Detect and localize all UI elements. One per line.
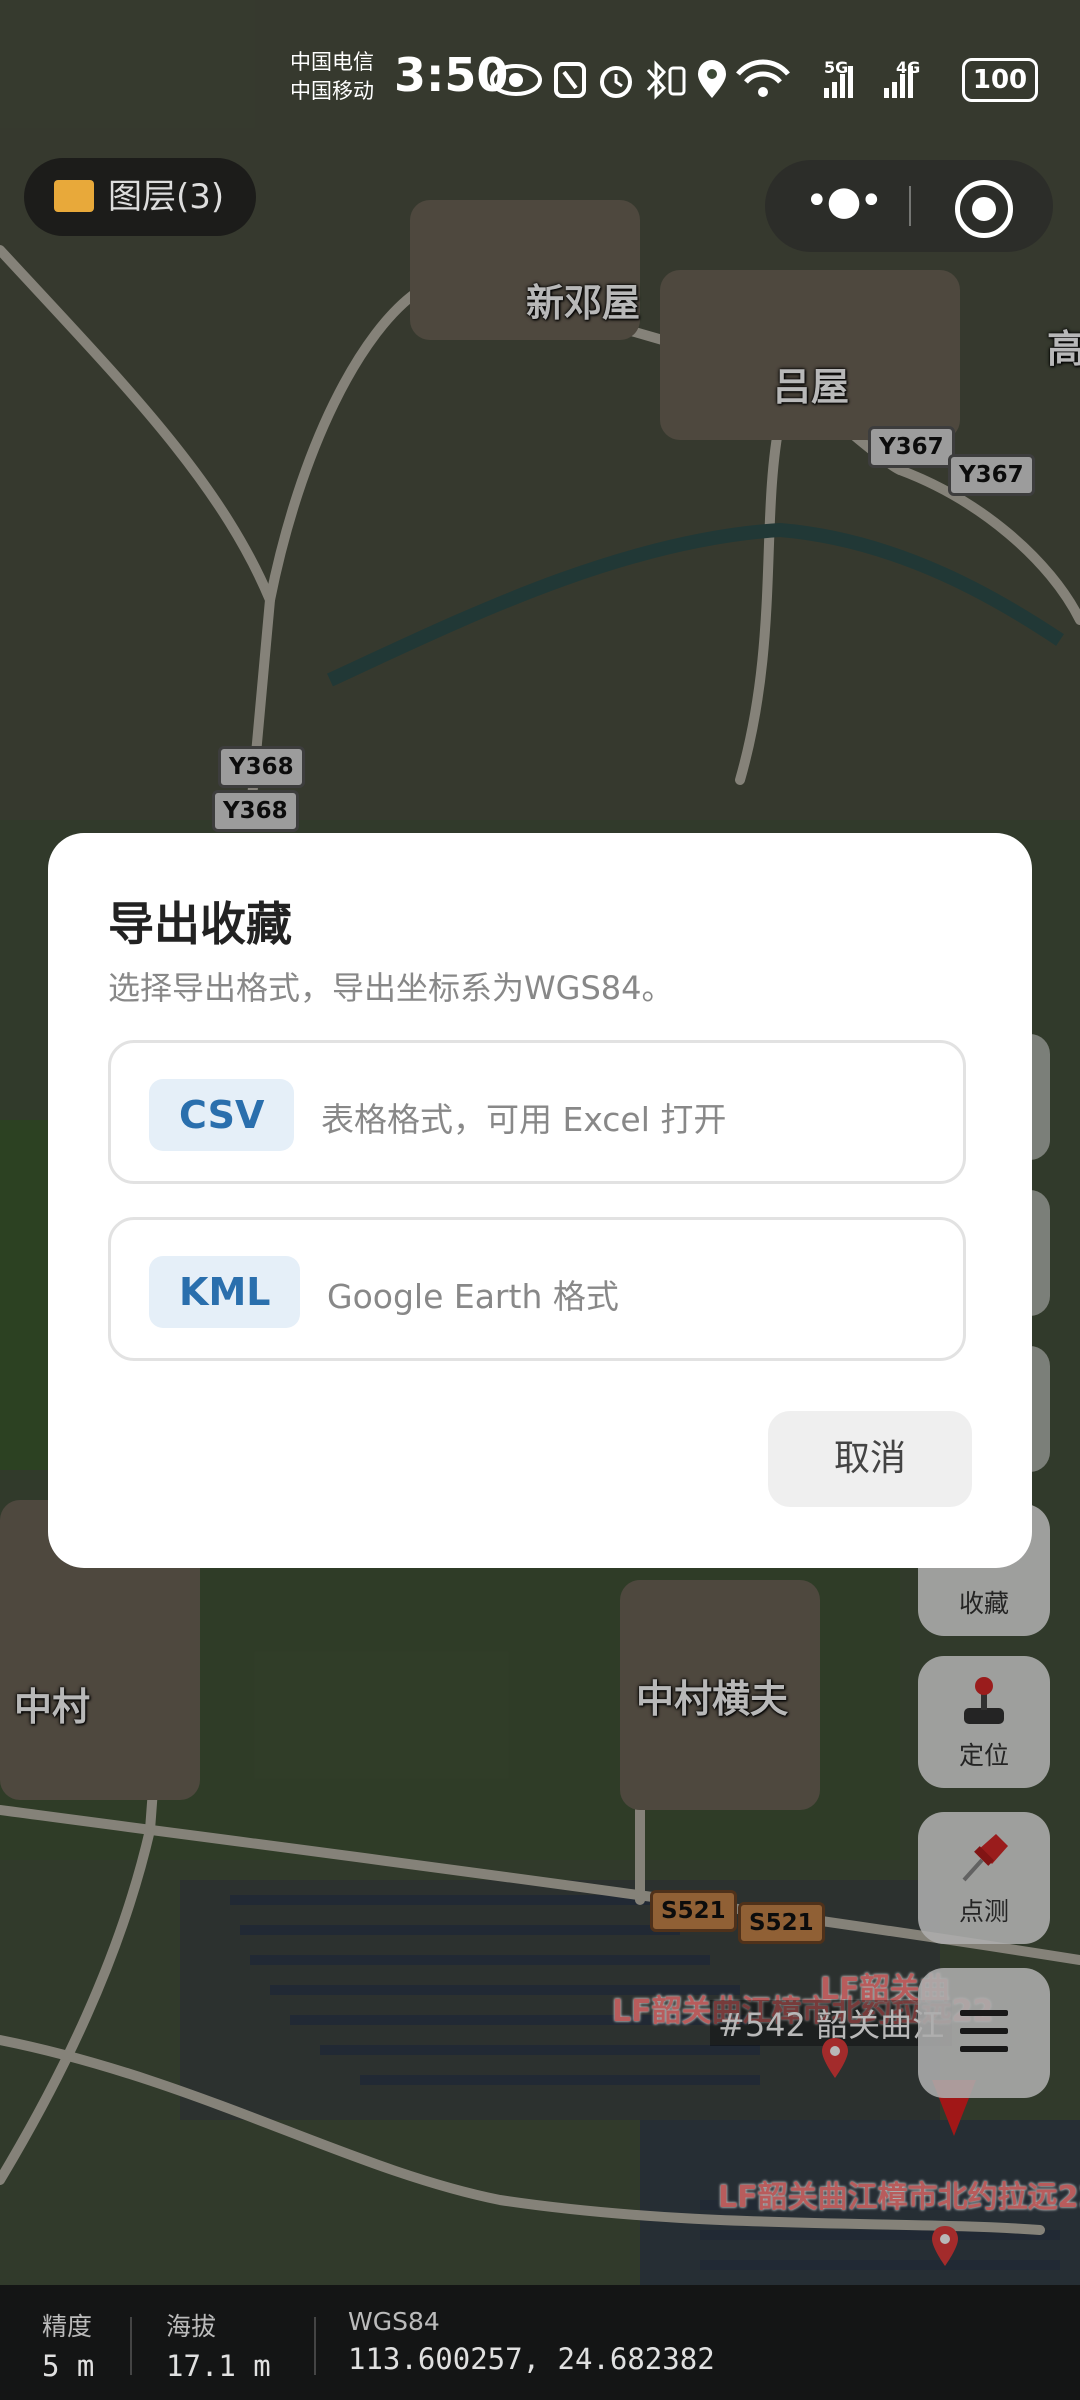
wifi-icon: [736, 59, 790, 97]
divider: [130, 2317, 132, 2375]
csv-badge: CSV: [149, 1079, 295, 1151]
dialog-title: 导出收藏: [108, 897, 292, 951]
status-bar: 中国电信 中国移动 3:50 5G 4G 100: [0, 40, 1080, 120]
altitude-value: 17.1 m: [166, 2349, 271, 2383]
bluetooth-icon: [646, 60, 686, 100]
csv-description: 表格格式，可用 Excel 打开: [321, 1100, 727, 1139]
coordinate-bar: 精度 5 m 海拔 17.1 m WGS84 113.600257, 24.68…: [0, 2285, 1080, 2400]
location-icon: [698, 60, 726, 98]
4g-label: 4G: [896, 58, 921, 77]
battery-indicator: 100: [962, 58, 1038, 102]
accuracy-label: 精度: [42, 2312, 93, 2341]
layers-button[interactable]: 图层(3): [24, 158, 256, 236]
eye-icon: [490, 64, 542, 96]
folder-icon: [54, 180, 94, 212]
alarm-icon: [600, 66, 632, 98]
kml-description: Google Earth 格式: [327, 1277, 619, 1316]
dialog-subtitle: 选择导出格式，导出坐标系为WGS84。: [108, 969, 674, 1007]
more-dots-icon[interactable]: •●•: [805, 178, 883, 224]
cancel-button[interactable]: 取消: [768, 1411, 972, 1507]
carrier-2: 中国移动: [290, 79, 374, 103]
capsule-divider: [909, 186, 911, 226]
target-icon[interactable]: [955, 180, 1013, 238]
miniprogram-capsule: •●•: [765, 160, 1053, 252]
nfc-icon: [554, 62, 586, 98]
export-kml-option[interactable]: KML Google Earth 格式: [108, 1217, 966, 1361]
altitude-label: 海拔: [166, 2312, 217, 2341]
layers-label: 图层(3): [108, 177, 225, 217]
carrier-labels: 中国电信 中国移动: [290, 48, 374, 106]
kml-badge: KML: [149, 1256, 301, 1328]
export-csv-option[interactable]: CSV 表格格式，可用 Excel 打开: [108, 1040, 966, 1184]
coordinates-value: 113.600257, 24.682382: [348, 2342, 715, 2376]
divider: [314, 2317, 316, 2375]
export-favorites-dialog: 导出收藏 选择导出格式，导出坐标系为WGS84。 CSV 表格格式，可用 Exc…: [48, 833, 1032, 1568]
accuracy-value: 5 m: [42, 2349, 95, 2383]
5g-label: 5G: [824, 58, 849, 77]
crs-label: WGS84: [348, 2307, 440, 2336]
carrier-1: 中国电信: [290, 50, 374, 74]
